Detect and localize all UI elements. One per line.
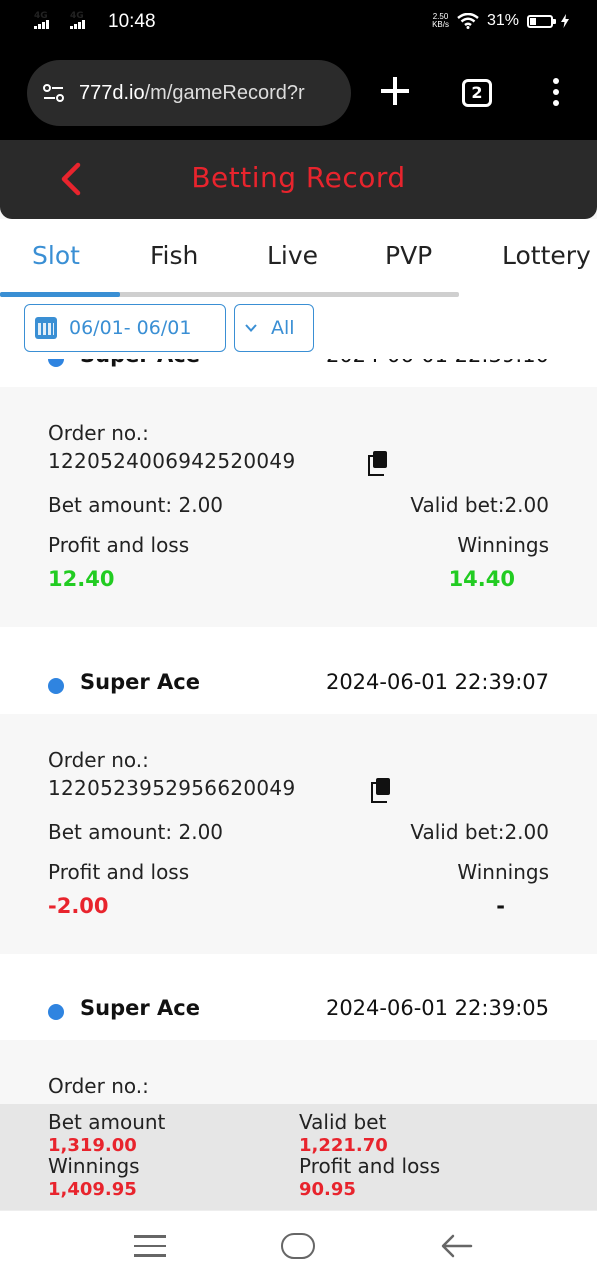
record-time: 2024-06-01 22:39:10 [326,359,549,367]
game-name: Super Ace [80,996,200,1020]
tab-slot[interactable]: Slot [32,241,80,270]
order-no-label: Order no.: [48,1074,149,1098]
recent-apps-button[interactable] [134,1235,166,1257]
browser-toolbar: 777d.io/m/gameRecord?r 2 [0,48,597,140]
valid-bet: Valid bet:2.00 [410,820,549,844]
network-speed: 2.50 KB/s [432,13,449,29]
category-tabs: Slot Fish Live PVP Lottery [0,219,597,299]
address-bar[interactable]: 777d.io/m/gameRecord?r [27,60,351,126]
network-type-label: 4G [34,11,48,21]
type-filter[interactable]: All [234,304,314,352]
chevron-down-icon [245,324,257,332]
home-button[interactable] [281,1233,315,1259]
list-item[interactable]: Super Ace 2024-06-01 22:39:05 Order no.: [0,982,597,1104]
record-header: Super Ace 2024-06-01 22:39:07 [0,656,597,714]
tab-switcher-button[interactable]: 2 [462,79,492,107]
winnings-label: Winnings [457,860,549,884]
record-details: Order no.: 1220523952956620049 Bet amoun… [0,714,597,954]
order-no-label: Order no.: [48,421,149,445]
record-header: Super Ace 2024-06-01 22:39:10 [0,359,597,387]
tab-scroll-track [0,292,459,297]
url-path: /m/gameRecord?r [144,81,305,104]
summary-winnings-value: 1,409.95 [48,1179,137,1200]
profit-loss-value: 12.40 [48,567,115,591]
profit-loss-value: -2.00 [48,894,109,918]
system-back-button[interactable] [440,1233,474,1259]
new-tab-button[interactable] [380,76,410,106]
record-details: Order no.: 1220524006942520049 Bet amoun… [0,387,597,627]
battery-icon [527,14,556,28]
summary-winnings-label: Winnings [48,1154,140,1178]
order-no-label: Order no.: [48,748,149,772]
tab-live[interactable]: Live [267,241,318,270]
status-dot [48,1004,64,1020]
tab-pvp[interactable]: PVP [385,241,432,270]
date-range-label: 06/01- 06/01 [69,317,192,339]
site-settings-icon[interactable] [39,78,69,108]
url-host: 777d.io [79,81,145,104]
network-type-label: 4G [70,11,84,21]
summary-profit-loss-label: Profit and loss [299,1154,441,1178]
wifi-icon [457,13,479,29]
list-item[interactable]: Super Ace 2024-06-01 22:39:10 Order no.:… [0,359,597,627]
record-time: 2024-06-01 22:39:05 [325,996,549,1020]
summary-valid-bet-value: 1,221.70 [299,1135,388,1156]
system-nav-bar [0,1210,597,1280]
copy-icon[interactable] [368,451,388,476]
type-filter-label: All [271,317,295,339]
list-item[interactable]: Super Ace 2024-06-01 22:39:07 Order no.:… [0,656,597,954]
active-tab-indicator [0,292,120,297]
valid-bet: Valid bet:2.00 [410,493,549,517]
status-dot [48,678,64,694]
order-no-value: 1220524006942520049 [48,449,296,473]
browser-menu-button[interactable] [553,78,561,108]
clock: 10:48 [108,11,156,32]
status-dot [48,359,64,367]
record-list[interactable]: Super Ace 2024-06-01 22:39:10 Order no.:… [0,359,597,1104]
winnings-value: - [496,894,505,918]
speed-unit: KB/s [432,20,449,29]
summary-bet-amount-label: Bet amount [48,1110,166,1134]
tab-lottery[interactable]: Lottery [502,241,591,270]
page-title: Betting Record [191,161,406,194]
record-header: Super Ace 2024-06-01 22:39:05 [0,982,597,1040]
winnings-value: 14.40 [448,567,515,591]
signal-icon: 4G [34,11,60,29]
signal-icon: 4G [70,11,96,29]
summary-bar: Bet amount 1,319.00 Valid bet 1,221.70 W… [0,1104,597,1210]
order-no-value: 1220523952956620049 [48,776,296,800]
record-details: Order no.: [0,1040,597,1104]
summary-profit-loss-value: 90.95 [299,1179,356,1200]
game-name: Super Ace [80,359,200,367]
charging-icon [561,14,569,28]
profit-loss-label: Profit and loss [48,860,190,884]
record-time: 2024-06-01 22:39:07 [325,670,549,694]
copy-icon[interactable] [371,778,391,803]
bet-amount: Bet amount: 2.00 [48,493,224,517]
app-header: Betting Record [0,140,597,219]
calendar-icon [35,317,57,339]
url-text[interactable]: 777d.io/m/gameRecord?r [79,82,305,105]
date-range-filter[interactable]: 06/01- 06/01 [24,304,226,352]
summary-valid-bet-label: Valid bet [299,1110,387,1134]
bet-amount: Bet amount: 2.00 [48,820,224,844]
tab-fish[interactable]: Fish [150,241,198,270]
profit-loss-label: Profit and loss [48,533,190,557]
filter-row: 06/01- 06/01 All [0,299,597,359]
battery-percent: 31% [486,12,519,29]
game-name: Super Ace [80,670,200,694]
winnings-label: Winnings [457,533,549,557]
status-bar: 4G 4G 10:48 2.50 KB/s 31% [0,0,597,48]
summary-bet-amount-value: 1,319.00 [48,1135,137,1156]
